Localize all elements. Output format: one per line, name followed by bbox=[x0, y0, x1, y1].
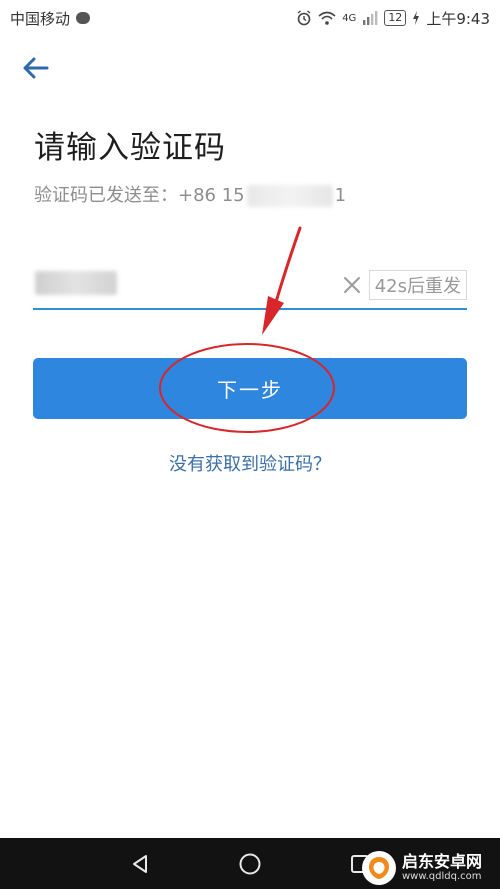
watermark-url: www.qdldq.com bbox=[402, 870, 482, 882]
charging-icon bbox=[413, 11, 420, 25]
watermark-text: 启东安卓网 www.qdldq.com bbox=[402, 853, 482, 882]
sent-to-suffix: 1 bbox=[334, 185, 347, 206]
next-step-button[interactable]: 下一步 bbox=[33, 358, 467, 419]
triangle-back-icon bbox=[133, 854, 147, 873]
network-type: 4G bbox=[342, 12, 357, 24]
status-left: 中国移动 bbox=[10, 8, 91, 29]
back-button[interactable] bbox=[18, 50, 54, 86]
screen: 中国移动 4G 12 上午9:43 请输入验证码 验证码已发送至：+86 15 … bbox=[0, 0, 500, 889]
clear-input-button[interactable] bbox=[337, 270, 367, 300]
watermark: 启东安卓网 www.qdldq.com bbox=[362, 846, 500, 889]
alarm-icon bbox=[297, 10, 311, 26]
status-bar: 中国移动 4G 12 上午9:43 bbox=[0, 0, 500, 36]
wifi-icon bbox=[318, 11, 336, 25]
resend-countdown-button[interactable]: 42s后重发 bbox=[368, 270, 467, 300]
arrow-left-icon bbox=[23, 57, 49, 79]
carrier-name: 中国移动 bbox=[10, 9, 71, 28]
message-icon bbox=[76, 12, 91, 24]
watermark-logo bbox=[362, 850, 396, 885]
status-right: 4G 12 上午9:43 bbox=[296, 8, 490, 29]
battery-level: 12 bbox=[384, 10, 407, 26]
close-icon bbox=[343, 277, 360, 293]
shield-logo-icon bbox=[369, 856, 389, 879]
signal-icon bbox=[363, 11, 378, 25]
no-code-help-link[interactable]: 没有获取到验证码？ bbox=[0, 450, 500, 476]
code-input-row: 42s后重发 bbox=[33, 262, 467, 310]
circle-home-icon bbox=[239, 853, 261, 874]
watermark-name: 启东安卓网 bbox=[402, 852, 483, 872]
nav-back-button[interactable] bbox=[110, 838, 170, 889]
sent-to-prefix: 验证码已发送至：+86 15 bbox=[34, 185, 245, 206]
code-value-redacted bbox=[35, 271, 117, 295]
clock: 上午9:43 bbox=[426, 9, 490, 28]
phone-number-redacted bbox=[246, 185, 333, 207]
page-title: 请输入验证码 bbox=[34, 130, 226, 166]
nav-home-button[interactable] bbox=[220, 838, 280, 889]
sent-to-line: 验证码已发送至：+86 15 1 bbox=[34, 181, 346, 207]
